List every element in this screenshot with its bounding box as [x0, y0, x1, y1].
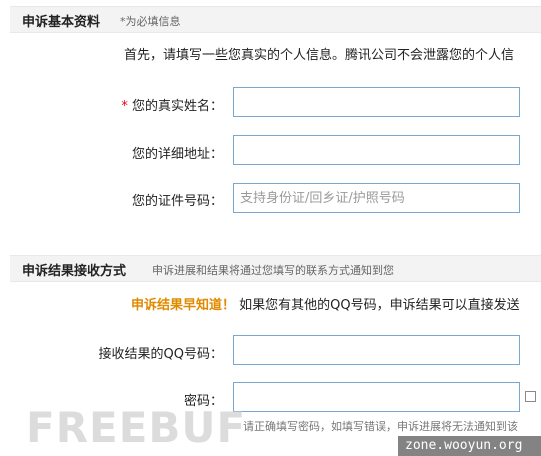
required-star: *: [121, 99, 128, 114]
promo-highlight: 申诉结果早知道！: [131, 298, 236, 313]
result-qq-label: 接收结果的QQ号码：: [98, 347, 223, 362]
id-number-input[interactable]: [233, 183, 520, 213]
section-header-basic-info: 申诉基本资料 *为必填信息: [10, 6, 541, 33]
real-name-input[interactable]: [233, 87, 520, 117]
intro-text: 首先，请填写一些您真实的个人信息。腾讯公司不会泄露您的个人信: [124, 48, 515, 63]
required-note: *为必填信息: [120, 15, 181, 28]
promo-body: 如果您有其他的QQ号码，申诉结果可以直接发送: [239, 298, 520, 313]
result-delivery-note: 申诉进展和结果将通过您填写的联系方式通知到您: [152, 264, 394, 277]
id-number-label: 您的证件号码：: [131, 194, 223, 209]
site-watermark: zone.wooyun.org: [405, 438, 523, 453]
password-hint: 请正确填写密码，如填写错误，申诉进展将无法通知到该: [243, 420, 518, 433]
freebuf-watermark: FREEBUF: [26, 403, 247, 452]
real-name-label-text: 您的真实姓名：: [131, 99, 223, 114]
section-title-basic-info: 申诉基本资料: [22, 15, 101, 30]
section-header-result-delivery: 申诉结果接收方式 申诉进展和结果将通过您填写的联系方式通知到您: [10, 255, 541, 282]
address-input[interactable]: [233, 135, 520, 165]
promo-text: 申诉结果早知道！ 如果您有其他的QQ号码，申诉结果可以直接发送: [131, 294, 520, 313]
password-input[interactable]: [233, 382, 520, 412]
address-label: 您的详细地址：: [131, 147, 223, 162]
section-title-result-delivery: 申诉结果接收方式: [22, 264, 127, 279]
real-name-label: * 您的真实姓名：: [121, 95, 223, 114]
password-checkbox[interactable]: [525, 391, 536, 402]
result-qq-input[interactable]: [233, 335, 520, 365]
